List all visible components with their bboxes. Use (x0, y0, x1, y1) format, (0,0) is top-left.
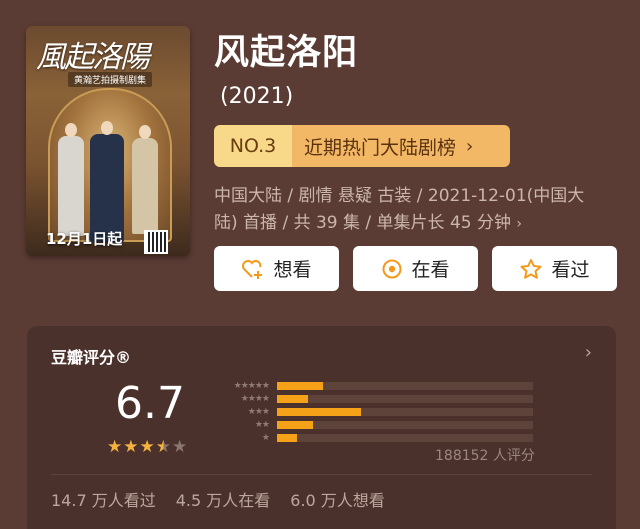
distribution-stars-icon: ★★★★★ (233, 380, 270, 391)
qr-code-icon (144, 230, 168, 254)
rank-label: 近期热门大陆剧榜 (304, 136, 457, 159)
rating-star-icon: ★ (107, 437, 123, 457)
watched-button[interactable]: 看过 (492, 246, 617, 291)
want-to-watch-label: 想看 (273, 259, 312, 281)
distribution-bar (277, 421, 313, 429)
poster-figure-right (132, 138, 158, 234)
chevron-right-icon[interactable]: › (585, 342, 592, 363)
poster-image[interactable]: 風起洛陽 黄瀚艺拍摄制剧集 12月1日起 (26, 26, 190, 256)
want-to-watch-button[interactable]: 想看 (214, 246, 339, 291)
divider (51, 474, 592, 475)
meta-line-2: 陆) 首播 / 共 39 集 / 单集片长 45 分钟 (214, 213, 511, 233)
distribution-bar (277, 395, 308, 403)
distribution-bar (277, 408, 361, 416)
rank-badge[interactable]: NO.3 近期热门大陆剧榜 › (214, 125, 510, 167)
distribution-stars-icon: ★ (261, 432, 270, 443)
watching-button[interactable]: 在看 (353, 246, 478, 291)
rating-distribution-row: ★★★ (211, 405, 533, 418)
rating-title: 豆瓣评分® (51, 348, 132, 367)
watching-count[interactable]: 4.5 万人在看 (176, 487, 271, 511)
audience-stats: 14.7 万人看过 4.5 万人在看 6.0 万人想看 (51, 487, 385, 511)
target-circle-icon (381, 258, 403, 280)
rating-card[interactable]: 豆瓣评分® › 6.7 ★ ★ ★ ★ ★ ★★★★★ ★★★★ ★★★ ★★ ★ 188152… (27, 326, 616, 529)
poster-figure-center-head (101, 121, 113, 135)
distribution-bar (277, 434, 297, 442)
distribution-bar (277, 382, 323, 390)
watching-label: 在看 (411, 259, 450, 281)
chevron-right-icon: › (466, 135, 474, 157)
poster-title-art: 風起洛陽 (36, 40, 150, 75)
rating-star-icon: ★ (123, 437, 139, 457)
chevron-right-icon: › (516, 216, 523, 232)
rating-distribution-row: ★★★★ (211, 392, 533, 405)
rank-number: NO.3 (214, 125, 292, 167)
rating-distribution-row: ★★ (211, 418, 533, 431)
poster-figure-left-head (65, 123, 77, 137)
rank-label-wrap: 近期热门大陆剧榜 › (292, 125, 510, 167)
poster-figure-center (90, 134, 124, 242)
poster-subtitle: 黄瀚艺拍摄制剧集 (68, 72, 153, 87)
meta-line-1: 中国大陆 / 剧情 悬疑 古装 / 2021-12-01(中国大 (214, 186, 585, 206)
watched-label: 看过 (551, 259, 590, 281)
want-count[interactable]: 6.0 万人想看 (290, 487, 385, 511)
poster-figure-right-head (139, 125, 151, 139)
rating-distribution-row: ★ (211, 431, 533, 444)
distribution-stars-icon: ★★ (254, 419, 270, 430)
rating-distribution-row: ★★★★★ (211, 379, 533, 392)
rating-score: 6.7 (115, 378, 185, 429)
distribution-track (277, 421, 533, 429)
meta-line-2-wrap: 陆) 首播 / 共 39 集 / 单集片长 45 分钟 › (214, 210, 614, 238)
poster-figure-left (58, 136, 84, 236)
distribution-stars-icon: ★★★★ (240, 393, 270, 404)
rating-stars: ★ ★ ★ ★ ★ (107, 437, 187, 457)
rating-star-icon: ★ (139, 437, 155, 457)
rating-star-icon: ★ (155, 437, 171, 457)
watched-count[interactable]: 14.7 万人看过 (51, 487, 156, 511)
heart-plus-icon (241, 258, 265, 280)
distribution-track (277, 395, 533, 403)
action-bar: 想看 在看 看过 (214, 246, 617, 291)
distribution-track (277, 434, 533, 442)
distribution-stars-icon: ★★★ (247, 406, 270, 417)
show-title: 风起洛阳 (214, 33, 359, 73)
poster-date: 12月1日起 (46, 230, 123, 248)
show-year: (2021) (220, 84, 294, 109)
rating-votes[interactable]: 188152 人评分 (435, 445, 535, 465)
rating-distribution: ★★★★★ ★★★★ ★★★ ★★ ★ (211, 379, 533, 444)
star-outline-icon (519, 258, 543, 280)
rating-star-icon: ★ (172, 437, 188, 457)
show-meta[interactable]: 中国大陆 / 剧情 悬疑 古装 / 2021-12-01(中国大 陆) 首播 /… (214, 183, 614, 238)
